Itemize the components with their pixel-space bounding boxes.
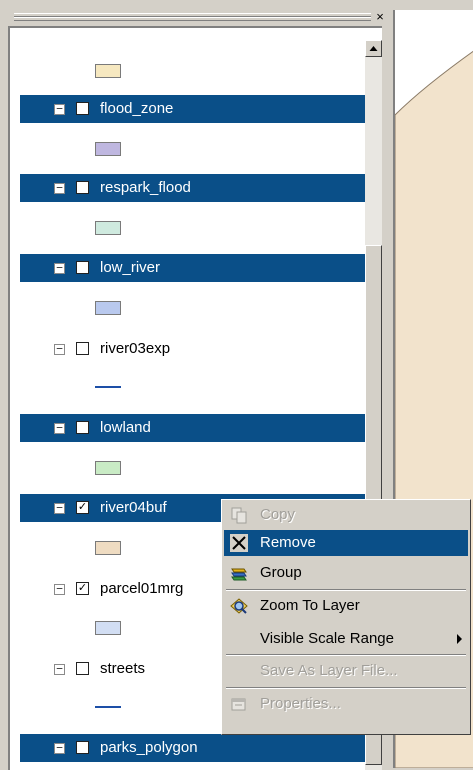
layer-symbol-swatch bbox=[95, 541, 121, 555]
layer-row-parks-polygon[interactable]: − parks_polygon bbox=[20, 734, 368, 762]
layer-symbol-swatch bbox=[95, 221, 121, 235]
properties-icon bbox=[231, 698, 246, 711]
remove-x-icon bbox=[230, 534, 248, 552]
layer-row-respark-flood[interactable]: − respark_flood bbox=[20, 174, 368, 202]
collapse-icon[interactable]: − bbox=[54, 343, 65, 355]
menu-item-properties[interactable]: Properties... bbox=[224, 691, 468, 717]
layer-name: river03exp bbox=[100, 340, 171, 357]
layer-row-lowland[interactable]: − lowland bbox=[20, 414, 368, 442]
menu-separator bbox=[226, 589, 466, 591]
menu-item-label: Group bbox=[260, 564, 302, 581]
layer-name: low_river bbox=[100, 259, 161, 276]
layer-visibility-checkbox[interactable]: ✓ bbox=[76, 501, 89, 514]
menu-item-zoom-to-layer[interactable]: Zoom To Layer bbox=[224, 593, 468, 619]
layer-visibility-checkbox[interactable] bbox=[76, 261, 89, 274]
dock-grip[interactable] bbox=[14, 17, 371, 21]
layer-name: parcel01mrg bbox=[100, 580, 184, 597]
menu-item-label: Properties... bbox=[260, 695, 341, 712]
layer-visibility-checkbox[interactable] bbox=[76, 741, 89, 754]
collapse-icon[interactable]: − bbox=[54, 422, 65, 434]
submenu-arrow-icon bbox=[457, 634, 462, 644]
menu-item-label: Visible Scale Range bbox=[260, 630, 394, 647]
layer-symbol-swatch bbox=[95, 461, 121, 475]
layer-visibility-checkbox[interactable] bbox=[76, 181, 89, 194]
collapse-icon[interactable]: − bbox=[54, 502, 65, 514]
layer-name: lowland bbox=[100, 419, 151, 436]
layer-row-flood-zone[interactable]: − flood_zone bbox=[20, 95, 368, 123]
arrow-up-icon bbox=[369, 46, 378, 51]
collapse-icon[interactable]: − bbox=[54, 742, 65, 754]
collapse-icon[interactable]: − bbox=[54, 182, 65, 194]
layer-name: respark_flood bbox=[100, 179, 191, 196]
menu-item-label: Copy bbox=[260, 506, 296, 523]
close-icon[interactable]: × bbox=[373, 10, 387, 24]
menu-item-visible-scale-range[interactable]: Visible Scale Range bbox=[224, 626, 468, 652]
layer-visibility-checkbox[interactable]: ✓ bbox=[76, 582, 89, 595]
line-symbol bbox=[95, 386, 121, 388]
layer-name: flood_zone bbox=[100, 100, 174, 117]
menu-item-group[interactable]: Group bbox=[224, 560, 468, 586]
collapse-icon[interactable]: − bbox=[54, 663, 65, 675]
layer-visibility-checkbox[interactable] bbox=[76, 102, 89, 115]
collapse-icon[interactable]: − bbox=[54, 583, 65, 595]
line-symbol bbox=[95, 706, 121, 708]
scroll-up-button[interactable] bbox=[365, 40, 382, 57]
layer-symbol-swatch bbox=[95, 621, 121, 635]
menu-separator bbox=[226, 687, 466, 689]
menu-item-save-as-layer-file[interactable]: Save As Layer File... bbox=[224, 658, 468, 684]
layer-row-river03exp[interactable]: − river03exp bbox=[20, 335, 368, 363]
layer-context-menu: Copy Remove Group Zoom To Layer Visible … bbox=[221, 499, 471, 735]
layer-visibility-checkbox[interactable] bbox=[76, 662, 89, 675]
menu-item-label: Zoom To Layer bbox=[260, 597, 360, 614]
collapse-icon[interactable]: − bbox=[54, 262, 65, 274]
layer-visibility-checkbox[interactable] bbox=[76, 421, 89, 434]
group-icon bbox=[231, 568, 247, 581]
layer-symbol-swatch bbox=[95, 142, 121, 156]
menu-item-copy[interactable]: Copy bbox=[224, 502, 468, 528]
menu-item-label: Save As Layer File... bbox=[260, 662, 398, 679]
layer-symbol-swatch bbox=[95, 301, 121, 315]
zoom-to-layer-icon bbox=[230, 598, 248, 614]
collapse-icon[interactable]: − bbox=[54, 103, 65, 115]
toc-dock-bar[interactable]: × bbox=[0, 10, 393, 26]
menu-item-label: Remove bbox=[260, 534, 316, 551]
menu-item-remove[interactable]: Remove bbox=[224, 530, 468, 556]
menu-separator bbox=[226, 654, 466, 656]
layer-symbol-swatch bbox=[95, 64, 121, 78]
layer-name: streets bbox=[100, 660, 146, 677]
copy-icon bbox=[231, 507, 247, 524]
layer-row-low-river[interactable]: − low_river bbox=[20, 254, 368, 282]
layer-visibility-checkbox[interactable] bbox=[76, 342, 89, 355]
layer-name: river04buf bbox=[100, 499, 167, 516]
layer-name: parks_polygon bbox=[100, 739, 198, 756]
